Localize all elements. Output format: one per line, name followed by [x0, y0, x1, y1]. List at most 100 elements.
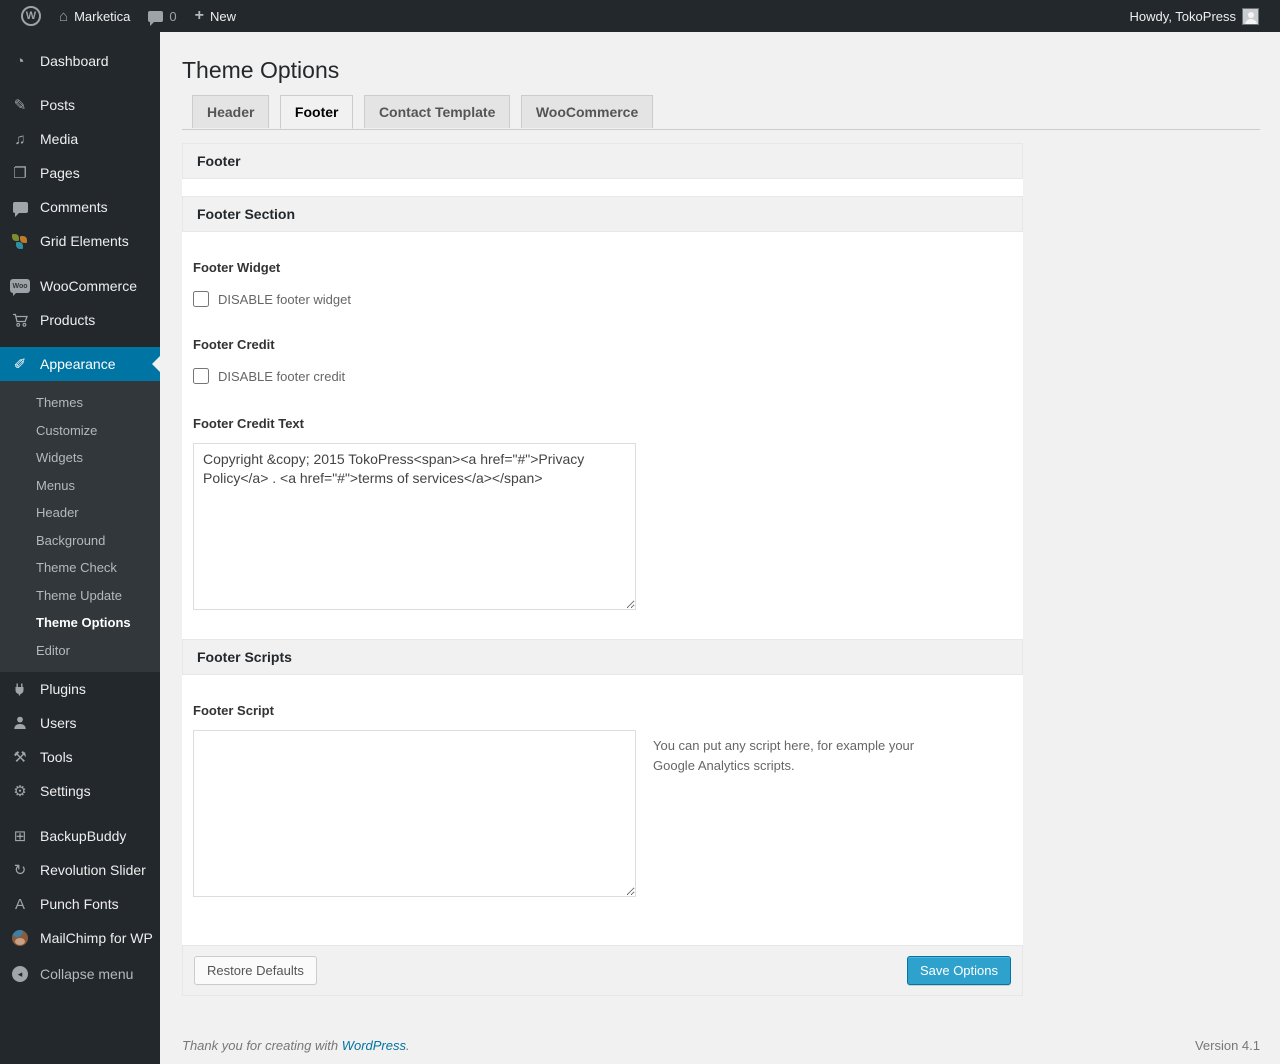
disable-footer-widget-checkbox[interactable]: [193, 291, 209, 307]
panel-gap: [182, 179, 1023, 196]
sidebar-item-label: Plugins: [40, 681, 86, 697]
sidebar-subitem-customize[interactable]: Customize: [0, 417, 160, 445]
footer-thanks: Thank you for creating with WordPress.: [182, 1038, 410, 1053]
footer-script-textarea[interactable]: [193, 730, 636, 897]
sidebar-item-tools[interactable]: ⚒ Tools: [0, 740, 160, 774]
dashboard-icon: ◔: [15, 52, 25, 70]
admin-sidebar: ◔ Dashboard ✎ Posts ♫ Media ❐ Pages Comm…: [0, 32, 160, 1064]
backup-box-icon: ⊞: [13, 827, 27, 845]
sidebar-item-settings[interactable]: ⚙ Settings: [0, 774, 160, 808]
collapse-arrow-icon: ◂: [9, 966, 31, 982]
footer-script-label: Footer Script: [193, 703, 274, 718]
save-options-button[interactable]: Save Options: [906, 956, 1011, 985]
page-title: Theme Options: [182, 57, 340, 83]
sidebar-item-backupbuddy[interactable]: ⊞ BackupBuddy: [0, 819, 160, 853]
sidebar-item-users[interactable]: Users: [0, 706, 160, 740]
sidebar-item-posts[interactable]: ✎ Posts: [0, 88, 160, 122]
tab-bar: Header Footer Contact Template WooCommer…: [182, 95, 1260, 130]
media-icon: ♫: [14, 130, 26, 148]
sidebar-item-label: MailChimp for WP: [40, 930, 153, 946]
tab-header[interactable]: Header: [192, 95, 270, 128]
panel-footer-bar: Restore Defaults Save Options: [182, 945, 1023, 996]
sidebar-item-label: Comments: [40, 199, 108, 215]
collapse-menu-label: Collapse menu: [40, 966, 134, 982]
letter-a-icon: A: [14, 895, 25, 913]
options-panel: Footer Footer Section Footer Widget DISA…: [182, 143, 1023, 996]
tab-woocommerce[interactable]: WooCommerce: [520, 95, 654, 128]
appearance-submenu: Themes Customize Widgets Menus Header Ba…: [0, 381, 160, 672]
disable-footer-credit-checkbox[interactable]: [193, 368, 209, 384]
new-content-button[interactable]: + New: [186, 0, 245, 32]
sidebar-item-label: Media: [40, 131, 79, 147]
sidebar-subitem-widgets[interactable]: Widgets: [0, 444, 160, 472]
sidebar-item-label: Posts: [40, 97, 76, 113]
mailchimp-monkey-icon: [9, 930, 31, 946]
sidebar-item-label: Dashboard: [40, 53, 109, 69]
sidebar-item-label: Products: [40, 312, 96, 328]
pushpin-icon: ✎: [13, 96, 27, 114]
disable-footer-widget-text: DISABLE footer widget: [218, 291, 351, 307]
footer-scripts-body: Footer Script You can put any script her…: [182, 675, 1023, 897]
sidebar-subitem-menus[interactable]: Menus: [0, 472, 160, 500]
sidebar-item-pages[interactable]: ❐ Pages: [0, 156, 160, 190]
sidebar-subitem-editor[interactable]: Editor: [0, 637, 160, 665]
thanks-suffix: .: [406, 1038, 410, 1053]
sidebar-item-label: WooCommerce: [40, 278, 137, 294]
sidebar-item-comments[interactable]: Comments: [0, 190, 160, 224]
footer-section-header: Footer Section: [182, 196, 1023, 232]
comments-shortcut[interactable]: 0: [139, 0, 185, 32]
sidebar-subitem-background[interactable]: Background: [0, 527, 160, 555]
comment-count: 0: [169, 8, 177, 24]
sidebar-subitem-theme-check[interactable]: Theme Check: [0, 554, 160, 582]
sidebar-subitem-header[interactable]: Header: [0, 499, 160, 527]
grid-elements-icon: [9, 233, 31, 249]
main-content: Theme Options Header Footer Contact Temp…: [160, 32, 1280, 1064]
cart-icon: [9, 312, 31, 328]
footer-credit-text-textarea[interactable]: Copyright &copy; 2015 TokoPress<span><a …: [193, 443, 636, 610]
sidebar-item-plugins[interactable]: Plugins: [0, 672, 160, 706]
howdy-text: Howdy, TokoPress: [1129, 8, 1236, 24]
site-name: Marketica: [74, 8, 131, 24]
sidebar-item-media[interactable]: ♫ Media: [0, 122, 160, 156]
tab-footer[interactable]: Footer: [279, 95, 354, 129]
sidebar-item-revolution-slider[interactable]: ↻ Revolution Slider: [0, 853, 160, 887]
sidebar-item-label: Settings: [40, 783, 91, 799]
sidebar-subitem-themes[interactable]: Themes: [0, 389, 160, 417]
user-avatar: [1242, 7, 1259, 25]
disable-footer-widget-row: DISABLE footer widget: [193, 291, 1012, 307]
user-icon: [9, 715, 31, 731]
version-text: Version 4.1: [1194, 1038, 1260, 1053]
sidebar-item-label: Grid Elements: [40, 233, 129, 249]
plugin-icon: [9, 681, 31, 697]
restore-defaults-button[interactable]: Restore Defaults: [194, 956, 317, 985]
comments-icon: [9, 201, 31, 217]
sidebar-subitem-theme-update[interactable]: Theme Update: [0, 582, 160, 610]
sidebar-item-label: Appearance: [40, 356, 116, 372]
tab-contact-template[interactable]: Contact Template: [363, 95, 511, 128]
panel-title-bar: Footer: [182, 143, 1023, 179]
footer-section-body: Footer Widget DISABLE footer widget Foot…: [182, 232, 1023, 615]
sidebar-subitem-theme-options[interactable]: Theme Options: [0, 609, 160, 637]
sidebar-item-dashboard[interactable]: ◔ Dashboard: [0, 44, 160, 78]
sidebar-item-label: Pages: [40, 165, 80, 181]
thanks-prefix: Thank you for creating with: [182, 1038, 342, 1053]
wp-logo-menu[interactable]: W: [12, 0, 50, 32]
site-home-link[interactable]: ⌂ Marketica: [50, 0, 139, 32]
collapse-menu-button[interactable]: ◂ Collapse menu: [0, 957, 160, 991]
footer-scripts-header: Footer Scripts: [182, 639, 1023, 675]
sidebar-item-products[interactable]: Products: [0, 303, 160, 337]
sidebar-item-woocommerce[interactable]: Woo WooCommerce: [0, 269, 160, 303]
disable-footer-credit-text: DISABLE footer credit: [218, 368, 346, 384]
new-label: New: [210, 8, 237, 24]
account-menu[interactable]: Howdy, TokoPress: [1121, 0, 1268, 32]
sidebar-item-punch-fonts[interactable]: A Punch Fonts: [0, 887, 160, 921]
sidebar-item-grid-elements[interactable]: Grid Elements: [0, 224, 160, 258]
sidebar-item-mailchimp[interactable]: MailChimp for WP: [0, 921, 160, 955]
admin-footer: Thank you for creating with WordPress. V…: [182, 1038, 1260, 1053]
sidebar-item-appearance[interactable]: ✐ Appearance: [0, 347, 160, 381]
footer-widget-label: Footer Widget: [193, 260, 281, 275]
wordpress-link[interactable]: WordPress: [342, 1038, 406, 1053]
sidebar-item-label: BackupBuddy: [40, 828, 127, 844]
tools-icon: ⚒: [13, 748, 27, 766]
sidebar-item-label: Punch Fonts: [40, 896, 119, 912]
